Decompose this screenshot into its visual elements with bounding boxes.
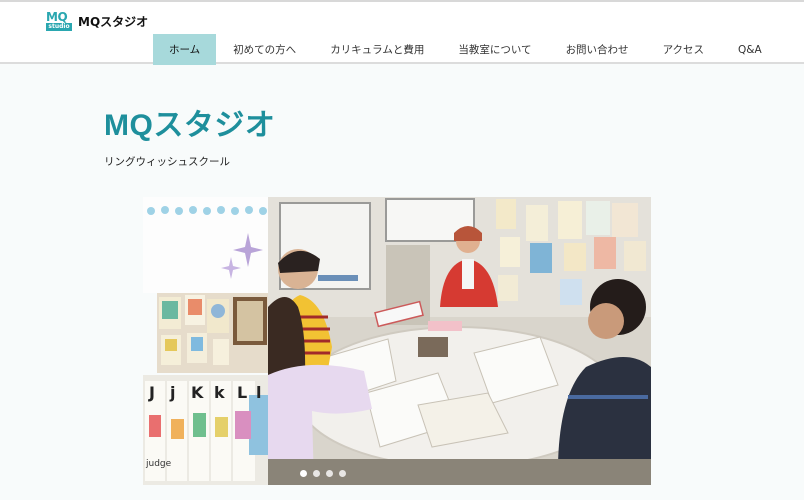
slider-dot[interactable] xyxy=(313,470,320,477)
brand-name[interactable]: MQスタジオ xyxy=(78,13,148,30)
card-letter: K xyxy=(191,383,204,402)
card-letter: j xyxy=(170,383,176,402)
card-caption: judge xyxy=(146,459,172,469)
classroom-photo xyxy=(268,197,651,485)
nav-item-contact[interactable]: お問い合わせ xyxy=(549,34,646,65)
posters-image xyxy=(157,293,268,373)
decor-dots-image xyxy=(143,197,268,293)
logo-sub: studio xyxy=(46,23,72,31)
sparkle-icon xyxy=(147,206,267,279)
logo[interactable]: MQ studio xyxy=(46,11,72,31)
letter-cards-image: J j K k L l judge xyxy=(143,375,268,485)
nav-item-qa[interactable]: Q&A xyxy=(721,34,779,65)
nav-item-about[interactable]: 当教室について xyxy=(441,34,548,65)
photo-collage: J j K k L l judge xyxy=(143,197,651,485)
card-letter: J xyxy=(149,383,155,402)
page-title: MQスタジオ xyxy=(104,109,276,142)
nav-item-access[interactable]: アクセス xyxy=(646,34,721,65)
nav-item-curriculum[interactable]: カリキュラムと費用 xyxy=(313,34,441,65)
nav-item-first-time[interactable]: 初めての方へ xyxy=(216,34,313,65)
slider-dot[interactable] xyxy=(300,470,307,477)
card-letter: L xyxy=(237,383,248,402)
slider-dots xyxy=(300,470,346,477)
slider-dot[interactable] xyxy=(326,470,333,477)
card-letter: l xyxy=(256,383,262,402)
page-subtitle: リングウィッシュスクール xyxy=(104,156,230,168)
site-header: MQ studio MQスタジオ ホーム 初めての方へ カリキュラムと費用 当教… xyxy=(0,2,804,65)
nav-item-home[interactable]: ホーム xyxy=(153,34,217,65)
card-letter: k xyxy=(214,383,225,402)
logo-mark: MQ xyxy=(46,10,68,24)
slider-dot[interactable] xyxy=(339,470,346,477)
main-nav: ホーム 初めての方へ カリキュラムと費用 当教室について お問い合わせ アクセス… xyxy=(153,34,779,65)
